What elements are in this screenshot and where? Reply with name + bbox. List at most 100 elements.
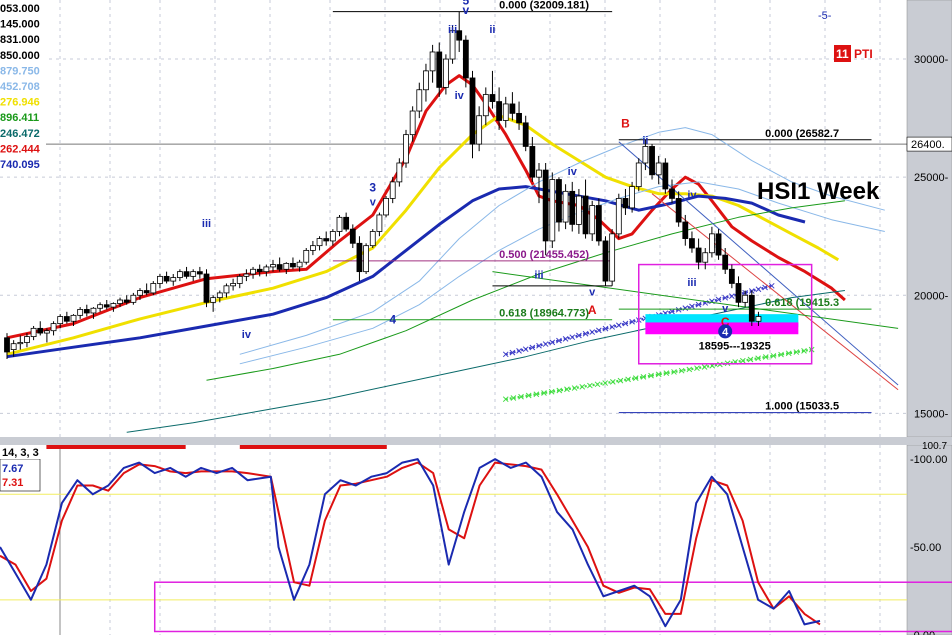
- indicator-top-label: 100.7: [922, 441, 947, 452]
- candle-up: [336, 216, 343, 232]
- candle-up: [482, 94, 489, 117]
- candle-down: [462, 39, 469, 79]
- candle-down: [143, 290, 150, 294]
- candle-up: [77, 309, 84, 316]
- candle-down: [682, 221, 689, 239]
- candle-down: [735, 283, 742, 303]
- wave-label: iv: [455, 90, 465, 102]
- badge-number: 11: [836, 47, 849, 61]
- candle-up: [270, 264, 276, 268]
- candle-up: [476, 115, 483, 145]
- candle-down: [469, 77, 476, 145]
- candle-up: [442, 58, 449, 88]
- wave-label: 3: [369, 180, 376, 194]
- wave-label: iii: [534, 270, 543, 282]
- wave-label: iv: [568, 166, 578, 178]
- candle-up: [110, 303, 117, 308]
- candle-down: [83, 309, 90, 314]
- candle-up: [303, 249, 310, 263]
- chart-window: 0.000 (32009.181) 0.000 (26582.7 0.500 (21…: [0, 0, 952, 635]
- left-legend-value: 850.000: [0, 50, 40, 62]
- candle-down: [290, 262, 296, 268]
- target-range-label: 18595---19325: [699, 341, 771, 353]
- candle-up: [296, 261, 303, 268]
- candle-down: [456, 30, 463, 41]
- candle-up: [416, 89, 423, 112]
- candle-down: [356, 242, 363, 273]
- candle-up: [117, 299, 123, 304]
- fib-level-label: 0.618 (19415.3: [765, 297, 839, 309]
- indicator-axis[interactable]: [906, 444, 952, 635]
- candle-down: [695, 247, 702, 263]
- candle-up: [562, 190, 569, 223]
- candle-up: [396, 162, 403, 183]
- panel-divider[interactable]: [0, 437, 952, 445]
- wave-label: v: [463, 3, 470, 17]
- candle-up: [236, 275, 243, 284]
- candle-down: [123, 299, 130, 303]
- candle-down: [436, 51, 443, 88]
- candle-up: [216, 292, 223, 299]
- candle-up: [629, 186, 635, 209]
- candle-up: [24, 336, 30, 343]
- candle-down: [4, 337, 10, 353]
- candle-down: [669, 188, 675, 199]
- candle-up: [429, 51, 436, 72]
- candle-up: [250, 268, 256, 275]
- candle-up: [137, 290, 143, 296]
- candle-down: [748, 294, 755, 322]
- candle-down: [63, 316, 70, 322]
- left-legend-value: 740.095: [0, 159, 40, 171]
- left-legend-value: 262.444: [0, 143, 41, 155]
- candle-down: [595, 205, 602, 242]
- candle-up: [383, 198, 389, 216]
- current-price-label: 26400.: [911, 139, 945, 151]
- candle-down: [542, 169, 549, 242]
- price-tick-label: 15000-: [914, 408, 949, 420]
- indicator-tick-label: -50.00: [910, 542, 941, 554]
- indicator-tick-label: -100.00: [910, 454, 947, 466]
- candle-up: [403, 134, 409, 164]
- candle-up: [223, 285, 230, 294]
- candle-up: [150, 283, 157, 294]
- candle-up: [549, 179, 556, 242]
- candle-up: [263, 266, 270, 273]
- candle-up: [316, 238, 323, 247]
- candle-down: [522, 122, 529, 147]
- candle-down: [689, 238, 695, 249]
- badge-text: PTI: [854, 47, 873, 61]
- top-marker: -5-: [818, 10, 832, 22]
- candle-down: [489, 94, 496, 102]
- candle-down: [196, 271, 203, 275]
- price-panel[interactable]: [0, 0, 907, 437]
- candle-down: [715, 233, 722, 256]
- candle-up: [502, 103, 509, 121]
- candle-up: [70, 314, 77, 322]
- candle-down: [649, 146, 655, 176]
- wave-label: v: [722, 303, 729, 315]
- fib-level-label: 1.000 (15033.5: [765, 401, 839, 413]
- fib-level-label: 0.000 (26582.7: [765, 128, 839, 140]
- candle-down: [662, 162, 669, 190]
- wave-label: v: [589, 286, 596, 298]
- candle-up: [243, 273, 250, 277]
- candle-down: [516, 112, 522, 124]
- price-tick-label: 30000-: [914, 54, 949, 66]
- left-legend-value: 831.000: [0, 34, 40, 46]
- candle-down: [37, 327, 44, 334]
- left-legend-value: 246.472: [0, 128, 40, 140]
- fib-level-label: 0.000 (32009.181): [499, 0, 589, 12]
- fib-level-label: 0.500 (21455.452): [499, 249, 589, 261]
- candle-down: [276, 264, 283, 270]
- candle-up: [576, 195, 582, 225]
- wave-circle-label: 4: [722, 326, 729, 338]
- candle-down: [728, 268, 735, 284]
- candle-up: [157, 275, 163, 284]
- wave-label: A: [588, 303, 597, 317]
- candle-up: [702, 252, 709, 263]
- candle-up: [376, 214, 383, 232]
- left-legend-value: 276.946: [0, 97, 40, 109]
- wave-label: iii: [687, 277, 696, 289]
- wave-label: iii: [448, 24, 457, 36]
- candle-down: [349, 228, 356, 244]
